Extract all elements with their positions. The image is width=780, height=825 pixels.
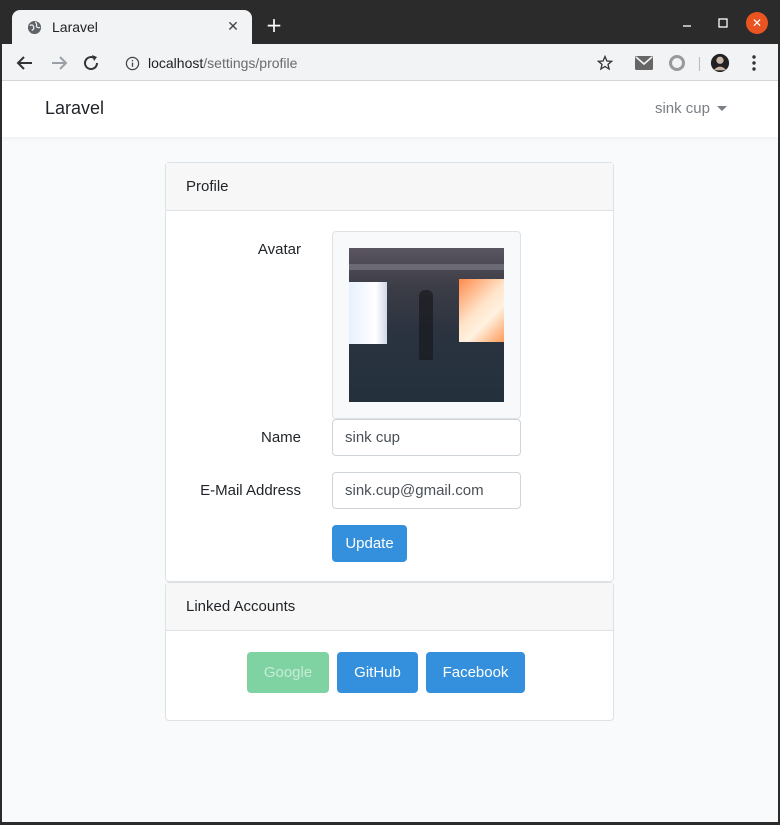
plus-icon[interactable]: + [264,15,284,35]
user-name: sink cup [654,100,710,117]
back-icon[interactable] [14,52,36,74]
browser-window: Laravel ✕ + ✕ localhost/settings/profile [2,2,778,822]
user-dropdown[interactable]: sink cup [655,100,727,117]
circle-icon[interactable] [667,53,687,73]
window-close-icon[interactable]: ✕ [746,12,768,34]
tab-title: Laravel [52,19,98,35]
globe-icon [26,19,42,35]
url-path: /settings/profile [203,55,298,71]
brand-link[interactable]: Laravel [45,98,104,119]
avatar-upload[interactable] [332,231,521,419]
linked-accounts-card: Linked Accounts Google GitHub Facebook [165,582,614,721]
avatar-image [349,248,504,402]
caret-down-icon [717,106,727,111]
close-icon[interactable]: ✕ [224,18,242,36]
minimize-icon[interactable] [676,12,698,34]
forward-icon[interactable] [48,52,70,74]
update-button[interactable]: Update [332,525,407,562]
url-host: localhost [148,55,204,71]
profile-card-header: Profile [166,163,613,211]
app-navbar: Laravel sink cup [2,81,778,137]
profile-icon[interactable] [710,53,730,73]
address-bar[interactable]: localhost/settings/profile [112,48,622,78]
linked-accounts-header: Linked Accounts [166,583,613,631]
star-icon[interactable] [596,54,614,72]
browser-toolbar: localhost/settings/profile [2,44,778,81]
facebook-button[interactable]: Facebook [426,652,525,693]
toolbar-divider [699,57,700,71]
github-button[interactable]: GitHub [337,652,418,693]
name-input[interactable]: sink cup [332,419,521,456]
email-label: E-Mail Address [200,482,301,499]
email-input[interactable]: sink.cup@gmail.com [332,472,521,509]
kebab-menu-icon[interactable] [744,53,764,73]
tab-strip: Laravel ✕ + ✕ [2,2,778,44]
google-button[interactable]: Google [247,652,329,693]
page-content: Laravel sink cup Profile Avatar Name sin… [2,81,778,822]
name-label: Name [260,429,301,446]
profile-card: Profile Avatar Name sink cup E-Mail Addr… [165,162,614,582]
reload-icon[interactable] [80,52,102,74]
url-text: localhost/settings/profile [148,55,297,71]
maximize-icon[interactable] [712,12,734,34]
mail-icon[interactable] [634,53,654,73]
browser-tab[interactable]: Laravel ✕ [12,10,252,44]
info-icon[interactable] [124,55,140,71]
avatar-label: Avatar [257,241,301,258]
